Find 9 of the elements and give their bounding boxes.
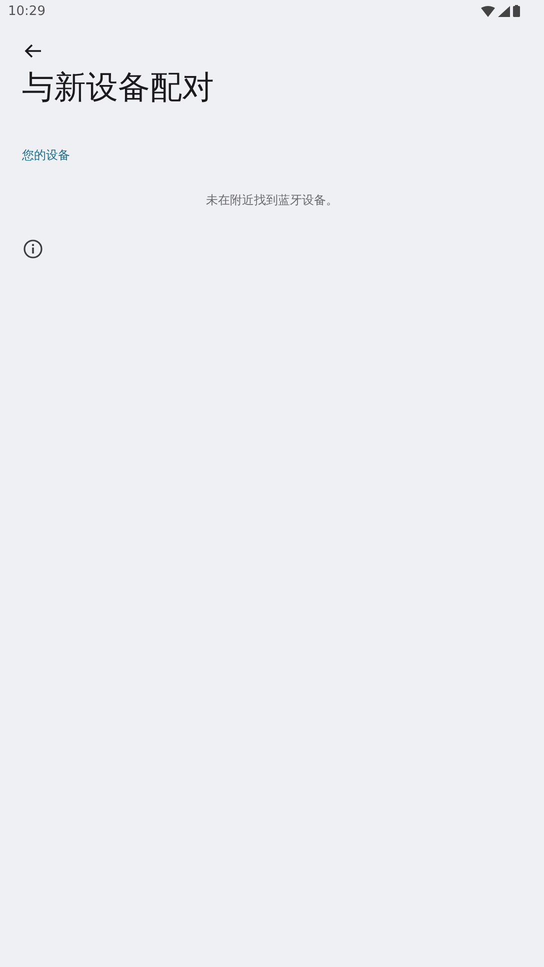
battery-icon <box>513 5 520 17</box>
info-icon <box>23 239 43 259</box>
wifi-icon <box>481 6 495 16</box>
status-time: 10:29 <box>8 4 46 18</box>
signal-icon <box>498 6 510 16</box>
section-header: 您的设备 <box>22 147 71 164</box>
back-arrow-icon <box>24 43 42 59</box>
empty-message: 未在附近找到蓝牙设备。 <box>206 193 338 207</box>
page-title: 与新设备配对 <box>22 67 215 107</box>
